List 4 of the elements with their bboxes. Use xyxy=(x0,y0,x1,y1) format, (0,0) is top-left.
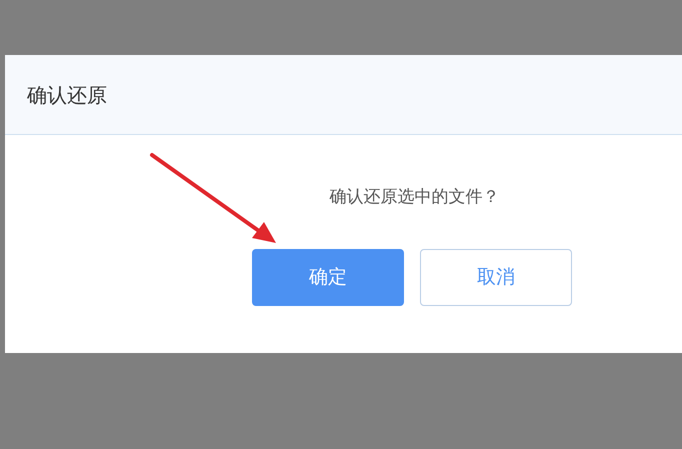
cancel-button[interactable]: 取消 xyxy=(420,248,572,306)
dialog-title: 确认还原 xyxy=(27,82,107,108)
confirm-button[interactable]: 确定 xyxy=(252,248,404,306)
dialog-message: 确认还原选中的文件？ xyxy=(328,186,500,209)
